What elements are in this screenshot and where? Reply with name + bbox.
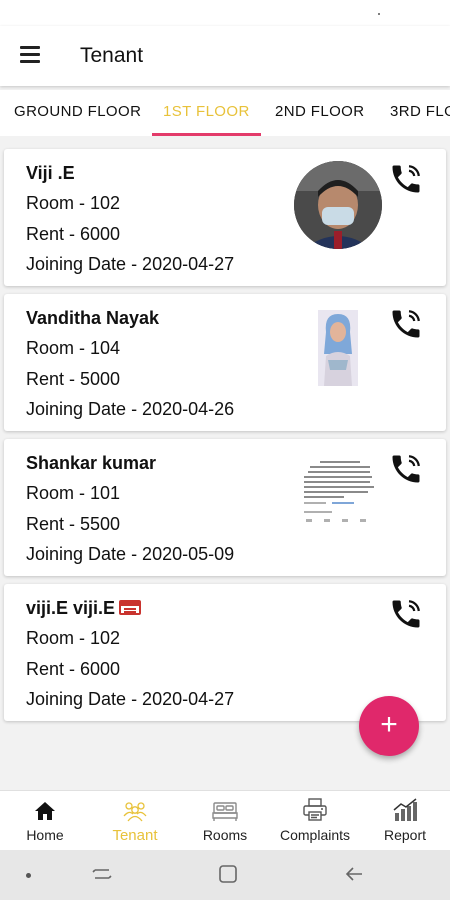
- plus-icon: +: [380, 708, 398, 741]
- tab-2nd-floor[interactable]: 2ND FLOOR: [275, 90, 364, 136]
- nav-rooms[interactable]: Rooms: [180, 791, 270, 851]
- dot-icon[interactable]: [26, 873, 31, 878]
- tenant-room: Room - 104: [26, 338, 121, 358]
- printer-icon: [303, 798, 327, 821]
- status-dot: [378, 13, 380, 15]
- tab-ground-floor[interactable]: GROUND FLOOR: [14, 90, 141, 136]
- add-tenant-button[interactable]: +: [359, 696, 419, 756]
- nav-tenant[interactable]: Tenant: [90, 791, 180, 851]
- home-icon: [35, 802, 55, 820]
- chart-icon: [393, 798, 417, 821]
- phone-icon[interactable]: [388, 451, 424, 487]
- tenant-name: viji.E viji.E: [26, 598, 116, 618]
- bottom-navigation: Home Tenant Rooms Complaints Report: [0, 790, 450, 850]
- tenant-joining-date: Joining Date - 2020-04-27: [26, 254, 235, 274]
- tab-3rd-floor[interactable]: 3RD FLOOR: [390, 90, 450, 136]
- system-navigation-bar: [0, 850, 450, 900]
- tenant-rent: Rent - 6000: [26, 659, 121, 679]
- tab-1st-floor[interactable]: 1ST FLOOR: [152, 90, 261, 136]
- phone-icon[interactable]: [388, 596, 424, 632]
- tenant-icon: [123, 802, 147, 822]
- tenant-name: Vanditha Nayak: [26, 308, 160, 328]
- nav-label: Tenant: [112, 827, 158, 844]
- floor-tabs: GROUND FLOOR 1ST FLOOR 2ND FLOOR 3RD FLO…: [0, 90, 450, 136]
- tenant-rent: Rent - 6000: [26, 224, 121, 244]
- tenant-joining-date: Joining Date - 2020-04-27: [26, 689, 235, 709]
- tenant-card[interactable]: Vanditha Nayak Room - 104 Rent - 5000 Jo…: [4, 294, 446, 431]
- tenant-room: Room - 102: [26, 193, 121, 213]
- bed-icon: [212, 802, 238, 821]
- tenant-joining-date: Joining Date - 2020-05-09: [26, 544, 235, 564]
- tenant-name: Viji .E: [26, 163, 75, 183]
- back-icon[interactable]: [342, 862, 366, 891]
- nav-label: Complaints: [279, 827, 351, 843]
- nav-complaints[interactable]: Complaints: [270, 791, 360, 851]
- tenant-rent: Rent - 5000: [26, 369, 121, 389]
- nav-report[interactable]: Report: [360, 791, 450, 851]
- calendar-icon: [119, 600, 142, 615]
- tenant-name-row: viji.E viji.E: [26, 598, 142, 619]
- tenant-document-thumbnail: [298, 459, 382, 527]
- phone-icon[interactable]: [388, 161, 424, 197]
- tenant-card[interactable]: Shankar kumar Room - 101 Rent - 5500 Joi…: [4, 439, 446, 576]
- status-bar: [0, 0, 450, 26]
- recent-apps-icon[interactable]: [90, 862, 114, 891]
- tenant-list: Viji .E Room - 102 Rent - 6000 Joining D…: [0, 140, 450, 790]
- tenant-photo: [318, 310, 358, 386]
- app-bar: Tenant: [0, 26, 450, 86]
- home-button-icon[interactable]: [216, 862, 240, 891]
- phone-icon[interactable]: [388, 306, 424, 342]
- tenant-avatar: [294, 161, 382, 249]
- tenant-room: Room - 101: [26, 483, 121, 503]
- nav-label: Report: [383, 827, 427, 843]
- tenant-rent: Rent - 5500: [26, 514, 121, 534]
- page-title: Tenant: [80, 44, 144, 67]
- nav-label: Home: [26, 827, 64, 843]
- menu-icon[interactable]: [20, 46, 42, 64]
- tenant-name: Shankar kumar: [26, 453, 157, 473]
- nav-label: Rooms: [202, 827, 248, 843]
- tenant-room: Room - 102: [26, 628, 121, 648]
- tenant-joining-date: Joining Date - 2020-04-26: [26, 399, 235, 419]
- tenant-card[interactable]: Viji .E Room - 102 Rent - 6000 Joining D…: [4, 149, 446, 286]
- nav-home[interactable]: Home: [0, 791, 90, 851]
